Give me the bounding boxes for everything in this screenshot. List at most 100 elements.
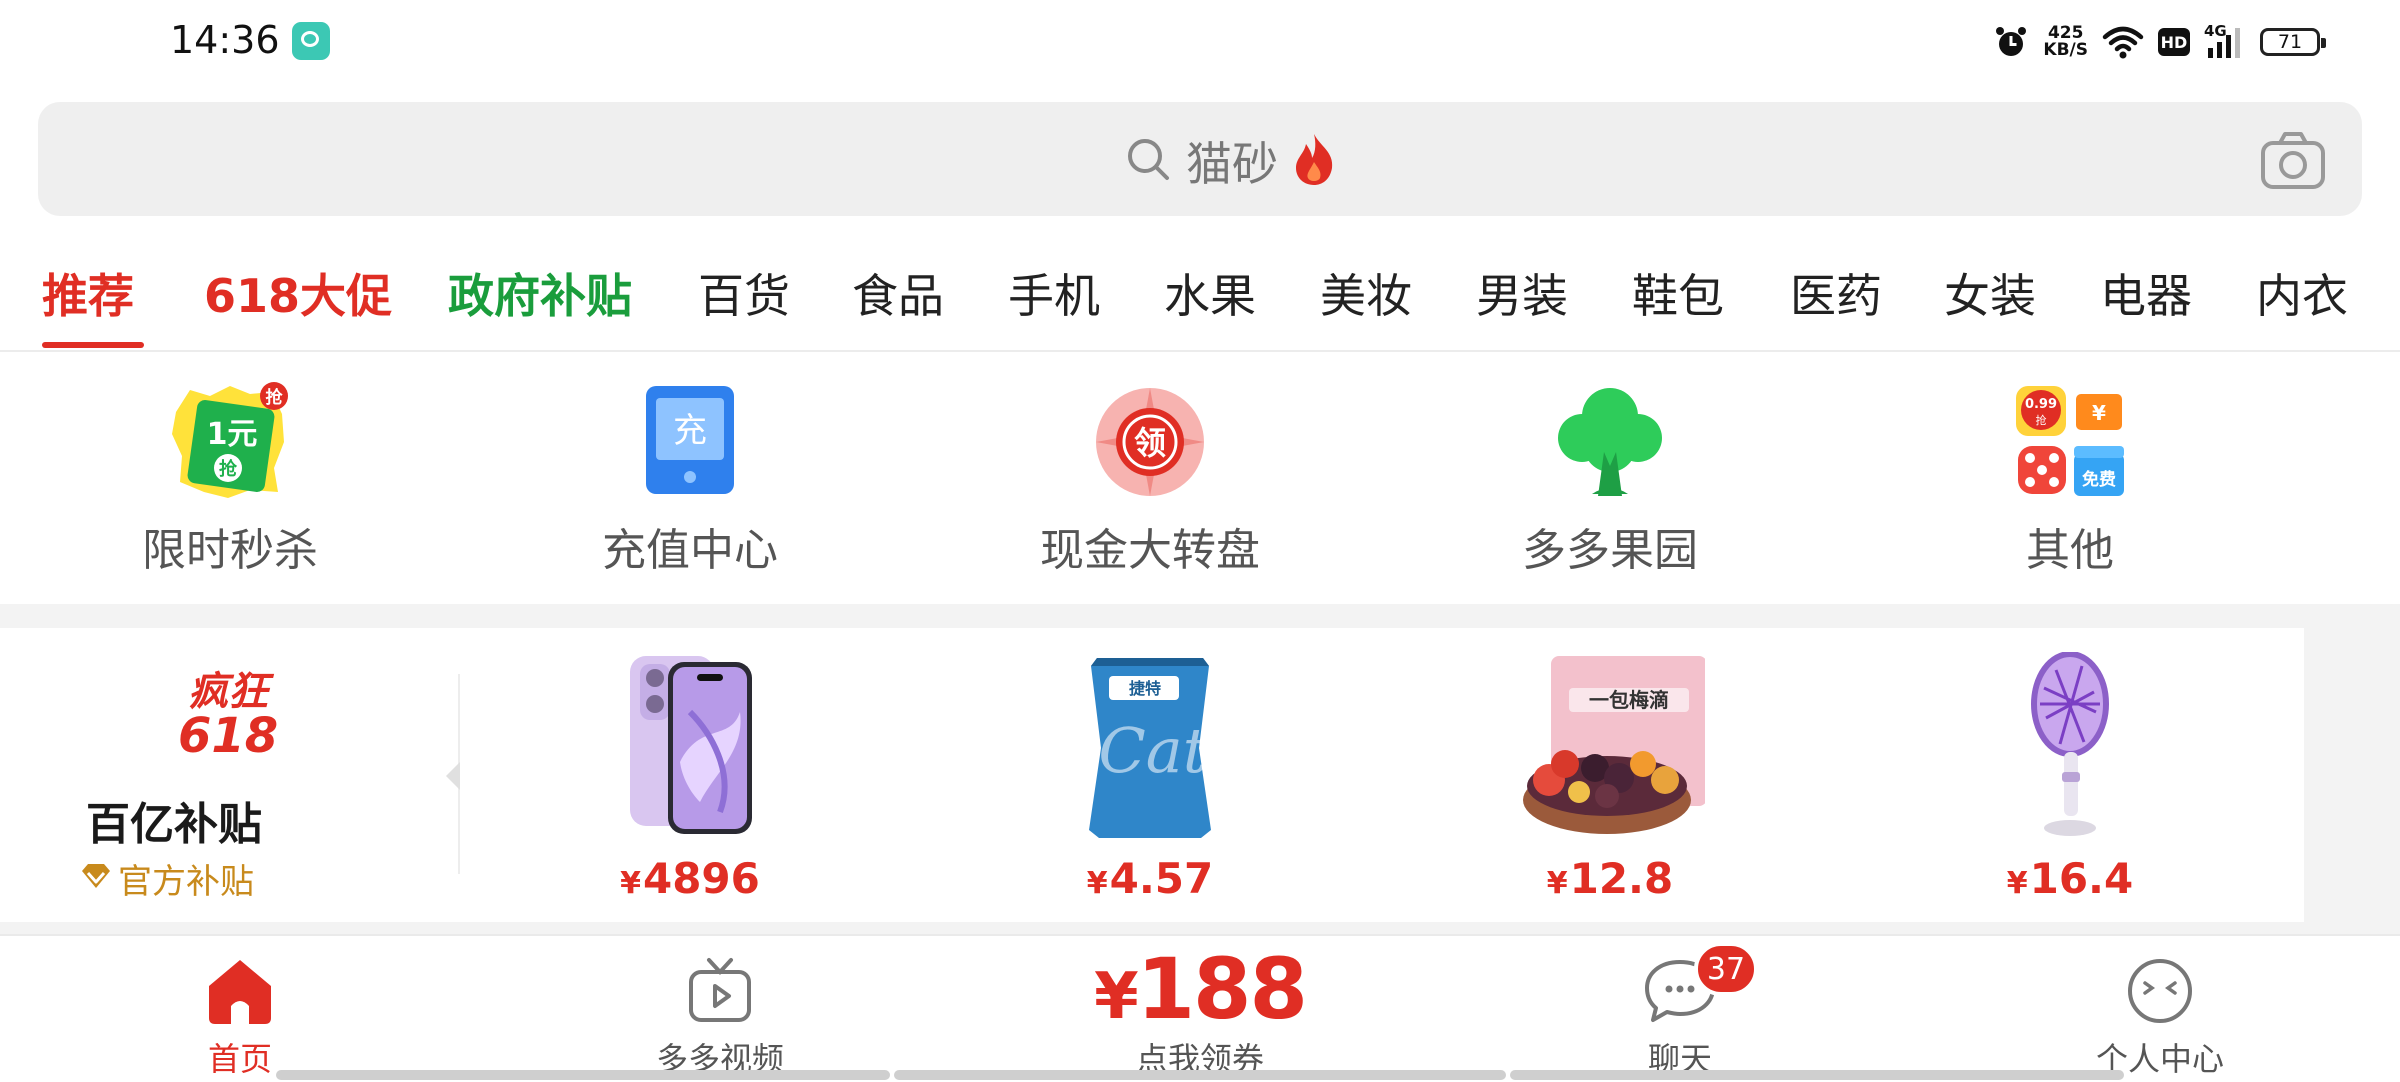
official-subsidy-label: 官方补贴 [118, 862, 254, 902]
search-bar[interactable]: 猫砂 [38, 102, 2362, 216]
profile-face-icon [2125, 956, 2195, 1030]
camera-icon[interactable] [2260, 130, 2326, 194]
active-tab-indicator [42, 342, 144, 348]
phone-product-image [620, 652, 760, 840]
flash-sale-corner: 抢 [266, 387, 284, 408]
tab-phones[interactable]: 手机 [1008, 260, 1100, 326]
subsidy-product-phone[interactable]: ¥4896 [540, 628, 840, 922]
diamond-icon [80, 859, 112, 899]
gesture-bar-left [276, 1070, 890, 1080]
notification-app-icon [292, 22, 330, 60]
category-tabs: 推荐 618大促 政府补贴 百货 食品 手机 水果 美妆 男装 鞋包 医药 女装… [0, 240, 2400, 352]
wifi-icon [2102, 25, 2144, 59]
tab-beauty[interactable]: 美妆 [1320, 260, 1412, 326]
tab-womenswear[interactable]: 女装 [1944, 260, 2036, 326]
home-icon [205, 956, 275, 1030]
gesture-bar-center[interactable] [894, 1070, 1506, 1080]
gesture-bar-right [1510, 1070, 2124, 1080]
shortcut-label: 充值中心 [602, 525, 778, 576]
tab-recommend[interactable]: 推荐 [42, 260, 134, 326]
unread-badge: 37 [1694, 942, 1758, 996]
product-price: ¥12.8 [1460, 854, 1760, 903]
shortcut-orchard[interactable]: 多多果园 [1460, 352, 1760, 604]
product-price: ¥4.57 [1000, 854, 1300, 903]
cellular-signal-icon: 4G [2204, 22, 2246, 60]
other-icon-label-4: 免费 [2082, 469, 2116, 490]
tab-food[interactable]: 食品 [852, 260, 944, 326]
official-subsidy-badge: 官方补贴 [80, 854, 254, 903]
status-time: 14:36 [170, 18, 280, 62]
swatter-product-image [2020, 651, 2120, 846]
flash-sale-icon-sub: 抢 [219, 458, 238, 480]
network-speed-unit: KB/S [2043, 40, 2088, 60]
cash-wheel-icon: 领 [1090, 382, 1210, 502]
tab-menswear[interactable]: 男装 [1476, 260, 1568, 326]
coupon-amount: ¥188 [1080, 940, 1320, 1038]
battery-level: 71 [2277, 31, 2303, 53]
search-icon [1124, 135, 1172, 187]
crazy-618-logo: 疯狂 618 [178, 672, 278, 760]
tab-underwear[interactable]: 内衣 [2256, 260, 2348, 326]
billion-subsidy-card[interactable]: 疯狂 618 百亿补贴 官方补贴 ¥4896 捷特 Cat ¥4.57 一包梅滴… [0, 628, 2304, 922]
price-value: 4.57 [1109, 854, 1214, 903]
price-currency: ¥ [1086, 866, 1108, 901]
tab-gov-subsidy[interactable]: 政府补贴 [448, 260, 632, 326]
product-price: ¥4896 [540, 854, 840, 903]
fire-icon [1292, 132, 1336, 190]
price-value: 12.8 [1569, 854, 1674, 903]
flash-sale-icon: 1元 抢 抢 [170, 382, 290, 502]
shortcut-cash-wheel[interactable]: 领 现金大转盘 [1000, 352, 1300, 604]
coupon-currency: ¥ [1094, 960, 1139, 1034]
shortcut-grid: 1元 抢 抢 限时秒杀 充 充值中心 领 现金大转盘 多多果园 0.99 抢 ¥… [0, 352, 2400, 604]
price-value: 16.4 [2029, 854, 2134, 903]
shortcut-recharge[interactable]: 充 充值中心 [540, 352, 840, 604]
search-center[interactable]: 猫砂 [1124, 128, 1336, 194]
other-icon-label-1: 0.99 [2025, 397, 2057, 412]
shortcut-label: 现金大转盘 [1040, 525, 1260, 576]
price-currency: ¥ [2006, 866, 2028, 901]
network-speed: 425 KB/S [2043, 25, 2088, 59]
subsidy-title: 百亿补贴 [86, 799, 262, 850]
status-bar: 14:36 425 KB/S HD 4G 71 [0, 0, 2400, 84]
nav-video[interactable]: 多多视频 [600, 936, 840, 1082]
cash-wheel-icon-text: 领 [1134, 424, 1166, 462]
tab-618-promo[interactable]: 618大促 [204, 260, 392, 326]
bottom-navigation: 首页 多多视频 ¥188 点我领券 37 聊天 个人中心 [0, 934, 2400, 1082]
hd-icon: HD [2158, 28, 2190, 56]
cat-litter-package-text: Cat [1098, 714, 1207, 787]
nav-profile[interactable]: 个人中心 [2040, 936, 2280, 1082]
shortcut-label: 其他 [2026, 525, 2114, 576]
price-currency: ¥ [620, 866, 641, 901]
logo-line-1: 疯狂 [188, 669, 269, 715]
tab-fruit[interactable]: 水果 [1164, 260, 1256, 326]
flash-sale-icon-text: 1元 [207, 417, 258, 452]
tab-medicine[interactable]: 医药 [1790, 260, 1882, 326]
battery-icon: 71 [2260, 28, 2326, 56]
shortcut-flash-sale[interactable]: 1元 抢 抢 限时秒杀 [80, 352, 380, 604]
snack-product-image: 一包梅滴 [1515, 652, 1707, 846]
product-price: ¥16.4 [1920, 854, 2220, 903]
shortcut-label: 限时秒杀 [142, 525, 318, 576]
nav-coupon[interactable]: ¥188 点我领券 [1080, 936, 1320, 1082]
nav-chat[interactable]: 37 聊天 [1560, 936, 1800, 1082]
subsidy-product-snack[interactable]: 一包梅滴 ¥12.8 [1460, 628, 1760, 922]
tab-general-goods[interactable]: 百货 [698, 260, 790, 326]
subsidy-product-cat-litter[interactable]: 捷特 Cat ¥4.57 [1000, 628, 1300, 922]
alarm-icon [1993, 24, 2029, 60]
other-icon-label-2: 抢 [2036, 413, 2047, 427]
search-placeholder[interactable]: 猫砂 [1186, 128, 1278, 194]
divider-arrow-icon [446, 762, 460, 790]
coupon-value: 188 [1136, 940, 1308, 1038]
tab-shoes-bags[interactable]: 鞋包 [1632, 260, 1724, 326]
cat-litter-product-image: 捷特 Cat [1075, 652, 1225, 846]
tab-appliances[interactable]: 电器 [2100, 260, 2192, 326]
logo-line-2: 618 [178, 708, 279, 764]
price-value: 4896 [642, 854, 760, 903]
snack-package-text: 一包梅滴 [1589, 688, 1669, 712]
nav-home[interactable]: 首页 [120, 936, 360, 1082]
shortcut-other[interactable]: 0.99 抢 ¥ 免费 其他 [1920, 352, 2220, 604]
shortcut-label: 多多果园 [1522, 525, 1698, 576]
subsidy-product-swatter[interactable]: ¥16.4 [1920, 628, 2220, 922]
other-icon-label-3: ¥ [2092, 401, 2106, 425]
other-apps-icon: 0.99 抢 ¥ 免费 [2010, 382, 2130, 502]
